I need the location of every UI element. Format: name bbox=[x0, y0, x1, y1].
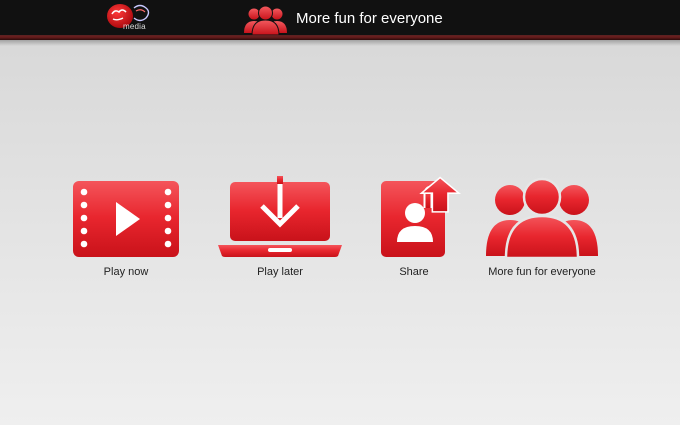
play-later-button[interactable] bbox=[218, 176, 342, 258]
more-fun-for-everyone-button[interactable] bbox=[484, 176, 600, 258]
share-label[interactable]: Share bbox=[380, 266, 448, 278]
share-button[interactable] bbox=[380, 176, 464, 258]
top-bar-shadow bbox=[0, 40, 680, 46]
logo-sub-label: media bbox=[123, 22, 146, 31]
play-now-button[interactable] bbox=[72, 176, 180, 258]
group-people-icon bbox=[244, 5, 287, 35]
header-title: More fun for everyone bbox=[296, 10, 443, 27]
play-later-label[interactable]: Play later bbox=[218, 266, 342, 278]
play-now-label[interactable]: Play now bbox=[72, 266, 180, 278]
more-fun-label[interactable]: More fun for everyone bbox=[476, 266, 608, 278]
